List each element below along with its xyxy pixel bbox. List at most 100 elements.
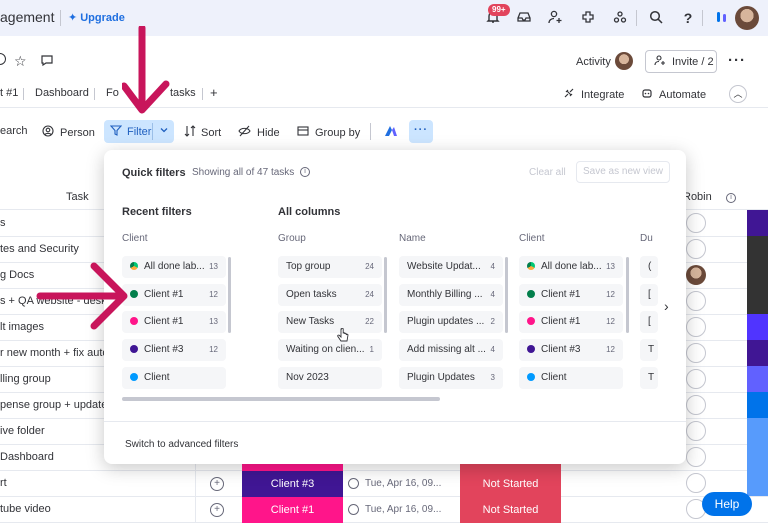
integrate-button[interactable]: Integrate	[563, 87, 624, 102]
group-filter-chip[interactable]: Open tasks 24	[278, 283, 382, 306]
status-cell[interactable]: Not Started	[460, 471, 561, 497]
side-cell[interactable]	[747, 366, 768, 392]
side-cell[interactable]	[747, 262, 768, 288]
empty-person-icon[interactable]	[686, 213, 706, 233]
empty-person-icon[interactable]	[686, 473, 706, 493]
group-filter-chip[interactable]: Waiting on clien... 1	[278, 339, 382, 362]
tab-form[interactable]: Fo	[106, 87, 119, 99]
invite-person-icon[interactable]	[546, 9, 564, 27]
invite-button[interactable]: Invite / 2	[645, 50, 717, 73]
person-filter-button[interactable]: Person	[42, 125, 95, 140]
activity-label[interactable]: Activity	[576, 56, 611, 68]
recent-client-filter-chip[interactable]: Client #3 12	[122, 339, 226, 362]
tab-main[interactable]: t #1	[0, 87, 18, 99]
name-filter-chip[interactable]: Monthly Billing ... 4	[399, 283, 503, 306]
help-button[interactable]: Help	[702, 492, 752, 516]
tab-dashboard[interactable]: Dashboard	[35, 87, 89, 99]
client-filter-chip[interactable]: Client	[519, 366, 623, 389]
more-icon[interactable]: ···	[409, 120, 433, 143]
side-cell[interactable]	[747, 288, 768, 314]
side-cell[interactable]	[747, 418, 768, 444]
user-avatar[interactable]	[735, 6, 759, 30]
status-cell[interactable]: Not Started	[460, 497, 561, 523]
task-name-cell[interactable]: ive folder	[0, 425, 45, 437]
side-cell[interactable]	[747, 470, 768, 496]
side-cell[interactable]	[747, 444, 768, 470]
task-name-cell[interactable]: g Docs	[0, 269, 34, 281]
info-icon[interactable]: i	[300, 167, 310, 177]
upgrade-button[interactable]: ✦ Upgrade	[68, 11, 125, 25]
scrollbar[interactable]	[626, 257, 629, 333]
client-filter-chip[interactable]: Client #1 12	[519, 311, 623, 334]
add-update-icon[interactable]: +	[210, 503, 224, 517]
side-cell[interactable]	[747, 340, 768, 366]
side-cell[interactable]	[747, 314, 768, 340]
scrollbar[interactable]	[384, 257, 387, 333]
due-filter-chip[interactable]: [	[640, 311, 658, 334]
board-menu-icon[interactable]	[0, 53, 6, 65]
empty-person-icon[interactable]	[686, 239, 706, 259]
name-filter-chip[interactable]: Plugin updates ... 2	[399, 311, 503, 334]
help-icon[interactable]: ?	[679, 9, 697, 27]
task-name-cell[interactable]: Dashboard	[0, 451, 54, 463]
automate-button[interactable]: Automate	[641, 87, 706, 102]
collapse-header-button[interactable]: ︿	[729, 85, 747, 103]
client-cell[interactable]: Client #3	[242, 471, 343, 497]
hide-button[interactable]: Hide	[238, 125, 280, 140]
add-view-button[interactable]: +	[210, 85, 218, 100]
task-name-cell[interactable]: rt	[0, 477, 7, 489]
task-name-cell[interactable]: r new month + fix autor	[0, 347, 112, 359]
side-cell[interactable]	[747, 392, 768, 418]
date-cell[interactable]: Tue, Apr 16, 09...	[348, 478, 441, 489]
checkbox-circle-icon[interactable]	[348, 478, 359, 489]
empty-person-icon[interactable]	[686, 369, 706, 389]
client-filter-chip[interactable]: Client #3 12	[519, 339, 623, 362]
advanced-filters-link[interactable]: Switch to advanced filters	[125, 439, 238, 450]
task-name-cell[interactable]: tes and Security	[0, 243, 79, 255]
name-filter-chip[interactable]: Plugin Updates 3	[399, 366, 503, 389]
checkbox-circle-icon[interactable]	[348, 504, 359, 515]
sidekick-icon[interactable]	[383, 123, 399, 142]
activity-avatar[interactable]	[615, 52, 633, 70]
empty-person-icon[interactable]	[686, 343, 706, 363]
scrollbar[interactable]	[505, 257, 508, 333]
recent-client-filter-chip[interactable]: All done lab... 13	[122, 256, 226, 278]
due-filter-chip[interactable]: (	[640, 256, 658, 278]
name-filter-chip[interactable]: Add missing alt ... 4	[399, 339, 503, 362]
robin-avatar[interactable]	[686, 265, 706, 285]
recent-client-filter-chip[interactable]: Client	[122, 366, 226, 389]
add-update-icon[interactable]: +	[210, 477, 224, 491]
chevron-right-icon[interactable]: ›	[664, 298, 669, 314]
clear-all-button[interactable]: Clear all	[529, 167, 566, 178]
empty-person-icon[interactable]	[686, 395, 706, 415]
name-filter-chip[interactable]: Website Updat... 4	[399, 256, 503, 278]
group-filter-chip[interactable]: Nov 2023	[278, 366, 382, 389]
horizontal-scrollbar[interactable]	[122, 397, 440, 401]
group-by-button[interactable]: Group by	[297, 125, 360, 140]
due-filter-chip[interactable]: [	[640, 283, 658, 306]
date-cell[interactable]: Tue, Apr 16, 09...	[348, 504, 441, 515]
recent-client-filter-chip[interactable]: Client #1 13	[122, 311, 226, 334]
scrollbar[interactable]	[228, 257, 231, 333]
client-filter-chip[interactable]: Client #1 12	[519, 283, 623, 306]
save-as-new-view-button[interactable]: Save as new view	[576, 161, 670, 183]
monday-logo-icon[interactable]	[713, 9, 731, 27]
info-icon[interactable]: i	[726, 193, 736, 203]
empty-person-icon[interactable]	[686, 291, 706, 311]
due-filter-chip[interactable]: T	[640, 366, 658, 389]
empty-person-icon[interactable]	[686, 447, 706, 467]
task-name-cell[interactable]: pense group + update	[0, 399, 107, 411]
search-button[interactable]: earch	[0, 125, 28, 137]
star-icon[interactable]: ☆	[14, 53, 27, 70]
task-name-cell[interactable]: s	[0, 217, 6, 229]
chat-icon[interactable]	[40, 53, 54, 70]
inbox-icon[interactable]	[515, 9, 533, 27]
task-name-cell[interactable]: lling group	[0, 373, 51, 385]
side-cell[interactable]	[747, 210, 768, 236]
recent-client-filter-chip[interactable]: Client #1 12	[122, 283, 226, 306]
group-filter-chip[interactable]: New Tasks 22	[278, 311, 382, 334]
chevron-down-icon[interactable]	[158, 124, 170, 139]
board-more-icon[interactable]: ···	[728, 52, 746, 69]
due-filter-chip[interactable]: T	[640, 339, 658, 362]
search-icon[interactable]	[647, 9, 665, 27]
